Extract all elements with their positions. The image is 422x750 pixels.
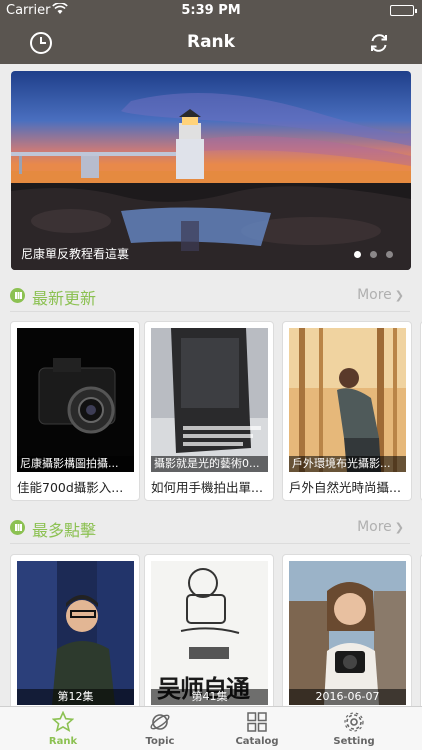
more-button[interactable]: More ❯: [357, 287, 404, 303]
video-thumbnail: 攝影就是光的藝術0...: [151, 328, 268, 472]
video-thumbnail: 2016-06-07: [289, 561, 406, 705]
card-overlay-title: 攝影就是光的藝術0...: [151, 456, 268, 472]
content-scroll[interactable]: 尼康單反教程看這裏 最新更新 More ❯ 尼康攝影構圖拍攝... 佳能700d…: [0, 64, 422, 706]
tab-setting[interactable]: Setting: [306, 707, 402, 750]
tab-rank[interactable]: Rank: [15, 707, 111, 750]
refresh-icon[interactable]: [368, 32, 390, 54]
video-card[interactable]: 第12集: [10, 554, 140, 706]
planet-icon: [150, 714, 170, 730]
card-overlay-title: 尼康攝影構圖拍攝...: [17, 456, 134, 472]
banner-caption: 尼康單反教程看這裏: [21, 247, 130, 261]
video-card[interactable]: 攝影就是光的藝術0... 如何用手機拍出單...: [144, 321, 274, 501]
video-thumbnail: 第12集: [17, 561, 134, 705]
banner-image: [11, 71, 411, 270]
navigation-bar: Rank: [0, 22, 422, 64]
card-row-popular: 第12集 吴师自通 第41集: [10, 554, 422, 706]
more-button[interactable]: More ❯: [357, 519, 404, 535]
chevron-right-icon: ❯: [394, 521, 404, 534]
bars-icon: [10, 520, 25, 535]
video-thumbnail: 吴师自通 第41集: [151, 561, 268, 705]
card-overlay-title: 第12集: [17, 689, 134, 705]
tab-label: Topic: [145, 736, 175, 747]
page-indicator[interactable]: [354, 251, 393, 258]
page-title: Rank: [187, 32, 235, 52]
card-overlay-title: 第41集: [151, 689, 268, 705]
card-overlay-title: 2016-06-07: [289, 689, 406, 705]
status-bar: Carrier 5:39 PM: [0, 0, 422, 22]
video-thumbnail: 戶外環境布光攝影...: [289, 328, 406, 472]
banner-carousel[interactable]: 尼康單反教程看這裏: [11, 71, 411, 270]
section-title: 最多點擊: [32, 521, 97, 540]
page-dot[interactable]: [370, 251, 377, 258]
battery-icon: [390, 5, 417, 16]
card-row-latest: 尼康攝影構圖拍攝... 佳能700d攝影入... 攝影就是光的藝術0... 如何…: [10, 321, 422, 501]
page-dot[interactable]: [354, 251, 361, 258]
bars-icon: [10, 288, 25, 303]
video-thumbnail: 尼康攝影構圖拍攝...: [17, 328, 134, 472]
card-title: 如何用手機拍出單...: [151, 480, 263, 495]
tab-label: Setting: [333, 736, 375, 747]
video-card[interactable]: 2016-06-07: [282, 554, 412, 706]
page-dot[interactable]: [386, 251, 393, 258]
tab-catalog[interactable]: Catalog: [209, 707, 305, 750]
star-icon: [52, 711, 74, 733]
video-card[interactable]: 尼康攝影構圖拍攝... 佳能700d攝影入...: [10, 321, 140, 501]
tab-label: Rank: [48, 736, 78, 747]
section-header-popular: 最多點擊 More ❯: [10, 514, 410, 544]
status-time: 5:39 PM: [181, 3, 241, 18]
card-overlay-title: 戶外環境布光攝影...: [289, 456, 406, 472]
card-title: 佳能700d攝影入...: [17, 480, 124, 495]
chevron-right-icon: ❯: [394, 289, 404, 302]
grid-icon: [247, 712, 267, 732]
tab-label: Catalog: [235, 736, 279, 747]
video-card[interactable]: 戶外環境布光攝影... 戶外自然光時尚攝...: [282, 321, 412, 501]
tab-bar: Rank Topic Catalog Setting: [0, 706, 422, 750]
section-title: 最新更新: [32, 289, 97, 308]
section-header-latest: 最新更新 More ❯: [10, 282, 410, 312]
gear-icon: [344, 712, 364, 732]
card-title: 戶外自然光時尚攝...: [289, 480, 401, 495]
tab-topic[interactable]: Topic: [112, 707, 208, 750]
video-card[interactable]: 吴师自通 第41集: [144, 554, 274, 706]
